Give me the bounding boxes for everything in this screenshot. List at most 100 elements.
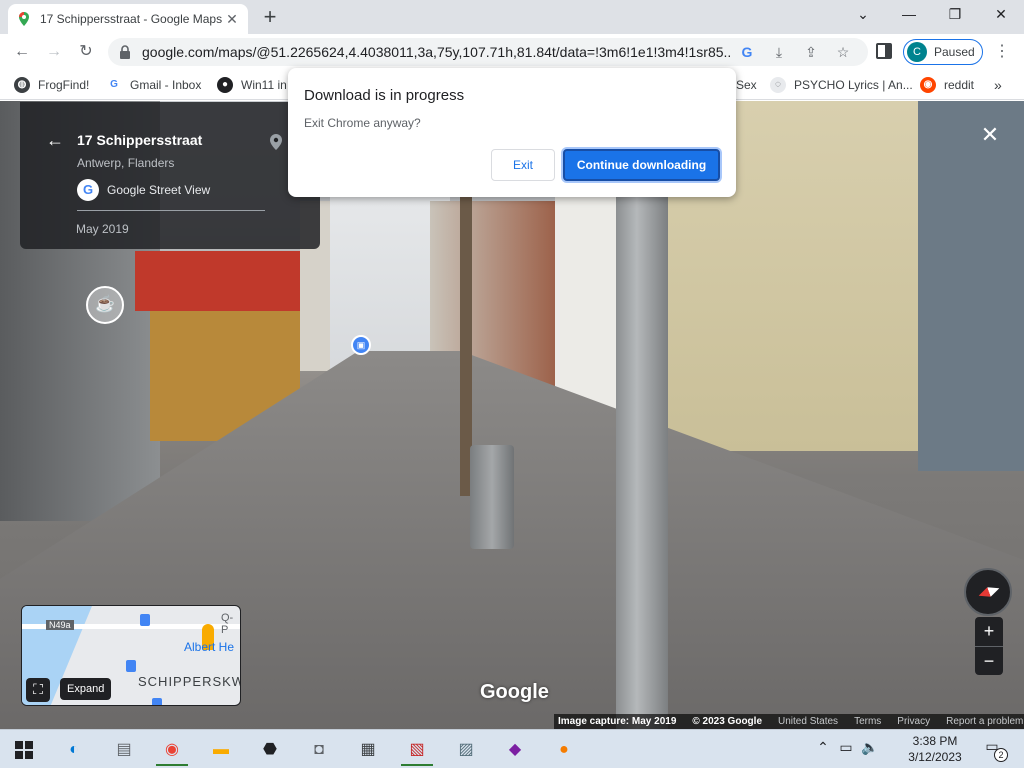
tab-title: 17 Schippersstraat - Google Maps [40,12,223,26]
reddit-icon: ◉ [920,77,936,93]
lock-icon [120,45,130,59]
calculator-icon[interactable]: ▦ [348,734,388,766]
minimap[interactable]: N49a Q-P Albert He SCHIPPERSKW ⛶ Expand [21,605,241,706]
report-problem-link[interactable]: Report a problem [946,716,1023,727]
close-street-view-icon[interactable]: ✕ [978,123,1002,147]
file-explorer-icon[interactable]: ▬ [201,734,241,766]
terms-link[interactable]: Terms [854,716,881,727]
bookmark-star-icon[interactable]: ☆ [834,43,852,61]
cafe-icon[interactable]: ☕ [86,286,124,324]
edge-icon[interactable]: ◐ [54,734,94,766]
location-info-card: ← 17 Schippersstraat Antwerp, Flanders G… [20,102,320,249]
more-menu-icon[interactable]: ⋮ [994,41,1010,63]
zoom-out-button[interactable]: − [975,647,1003,676]
shopping-marker-icon[interactable]: ▣ [351,335,371,355]
system-clock[interactable]: 3:38 PM 3/12/2023 [900,733,970,765]
more-bookmarks-icon[interactable]: » [994,76,1002,94]
google-watermark: Google [480,681,549,703]
visual-studio-icon[interactable]: ◆ [495,734,535,766]
browser-toolbar: ← → ↻ google.com/maps/@51.2265624,4.4038… [0,34,1024,70]
windows-start-icon[interactable] [4,734,44,766]
address-bar[interactable]: google.com/maps/@51.2265624,4.4038011,3a… [108,38,868,66]
map-poi-icon [126,660,136,672]
camera-icon[interactable]: ◘ [299,734,339,766]
media-app-icon[interactable]: ● [544,734,584,766]
windows-logo-icon [15,741,33,759]
notification-icon[interactable]: ▭ 2 [980,738,1008,762]
download-in-progress-dialog: Download is in progress Exit Chrome anyw… [288,68,736,197]
chrome-icon[interactable]: ◉ [152,734,192,766]
zoom-in-button[interactable]: + [975,617,1003,646]
picture-app-icon[interactable]: ▨ [446,734,486,766]
profile-button[interactable]: C Paused [903,39,983,65]
tab-strip: 17 Schippersstraat - Google Maps ✕ + ⌄ —… [0,0,1024,34]
side-panel-icon[interactable] [876,43,892,59]
network-icon[interactable]: ▭ [836,739,856,759]
continue-downloading-button[interactable]: Continue downloading [563,149,720,181]
bookmark-frogfind[interactable]: ◍ FrogFind! [14,76,89,94]
back-arrow-icon[interactable]: ← [46,130,64,151]
copyright: © 2023 Google [692,716,763,727]
volume-icon[interactable]: 🔈 [860,739,880,759]
app-icon[interactable]: ⬣ [250,734,290,766]
map-poi-icon [140,614,150,626]
reload-icon[interactable]: ↻ [72,39,100,65]
bookmark-sex[interactable]: Sex [736,76,757,94]
maps-footer: Image capture: May 2019 © 2023 Google Un… [554,714,1024,729]
road-label: N49a [46,620,74,630]
google-lens-icon[interactable]: G [738,43,756,61]
new-tab-button[interactable]: + [258,6,282,30]
place-title: 17 Schippersstraat [77,132,203,148]
waste-bin [470,445,514,549]
document-app-icon[interactable]: ▧ [397,734,437,766]
google-icon: G [77,179,99,201]
minimize-button[interactable]: — [886,0,932,30]
capture-date-selector[interactable]: May 2019 [76,222,129,236]
bookmark-label: Win11 in [241,78,287,92]
tab-close-icon[interactable]: ✕ [224,11,240,27]
google-icon: G [106,77,122,93]
bookmark-label: Sex [736,78,757,92]
bookmark-label: PSYCHO Lyrics | An... [794,78,913,92]
google-maps-icon [19,12,29,26]
expand-tooltip: Expand [60,678,112,700]
globe-icon: ◌ [770,77,786,93]
restore-button[interactable]: ❐ [932,0,978,30]
location-pin-icon[interactable] [270,134,282,150]
compass-icon[interactable] [964,568,1012,616]
place-region: Antwerp, Flanders [77,156,175,170]
notification-count: 2 [994,748,1008,762]
tab-search-chevron-icon[interactable]: ⌄ [840,0,886,30]
install-app-icon[interactable]: ⤓ [770,43,788,61]
notepad-icon[interactable]: ▤ [104,734,144,766]
map-corner-label: Q-P [221,612,234,636]
window-close-button[interactable]: ✕ [978,0,1024,30]
map-street-label: SCHIPPERSKW [138,674,241,689]
exit-button[interactable]: Exit [491,149,555,181]
back-arrow-icon[interactable]: ← [8,39,36,65]
bookmark-psycho-lyrics[interactable]: ◌ PSYCHO Lyrics | An... [770,76,913,94]
url-text[interactable]: google.com/maps/@51.2265624,4.4038011,3a… [142,44,732,60]
bookmark-win11[interactable]: ● Win11 in [217,76,287,94]
share-icon[interactable]: ⇪ [802,43,820,61]
bookmark-gmail[interactable]: G Gmail - Inbox [106,76,201,94]
zoom-control: + − [975,617,1003,675]
compass-needle [977,584,1001,601]
privacy-link[interactable]: Privacy [897,716,930,727]
country-link[interactable]: United States [778,716,838,727]
globe-icon: ◍ [14,77,30,93]
forward-arrow-icon[interactable]: → [40,39,68,65]
lamp-pole [616,196,668,729]
expand-icon[interactable]: ⛶ [26,678,50,702]
divider [77,210,265,211]
red-awning [135,251,305,311]
bookmark-label: Gmail - Inbox [130,78,202,92]
windows-taskbar: ◐ ▤ ◉ ▬ ⬣ ◘ ▦ ▧ ▨ ◆ ● ⌃ ▭ 🔈 3:38 PM 3/12… [0,729,1024,768]
white-building [555,196,625,411]
bookmark-reddit[interactable]: ◉ reddit [920,76,974,94]
tab-google-maps[interactable]: 17 Schippersstraat - Google Maps ✕ [8,4,248,34]
show-hidden-icons-chevron-icon[interactable]: ⌃ [814,739,832,759]
image-capture-date: Image capture: May 2019 [558,716,677,727]
dialog-title: Download is in progress [304,87,465,104]
avatar: C [907,42,927,62]
